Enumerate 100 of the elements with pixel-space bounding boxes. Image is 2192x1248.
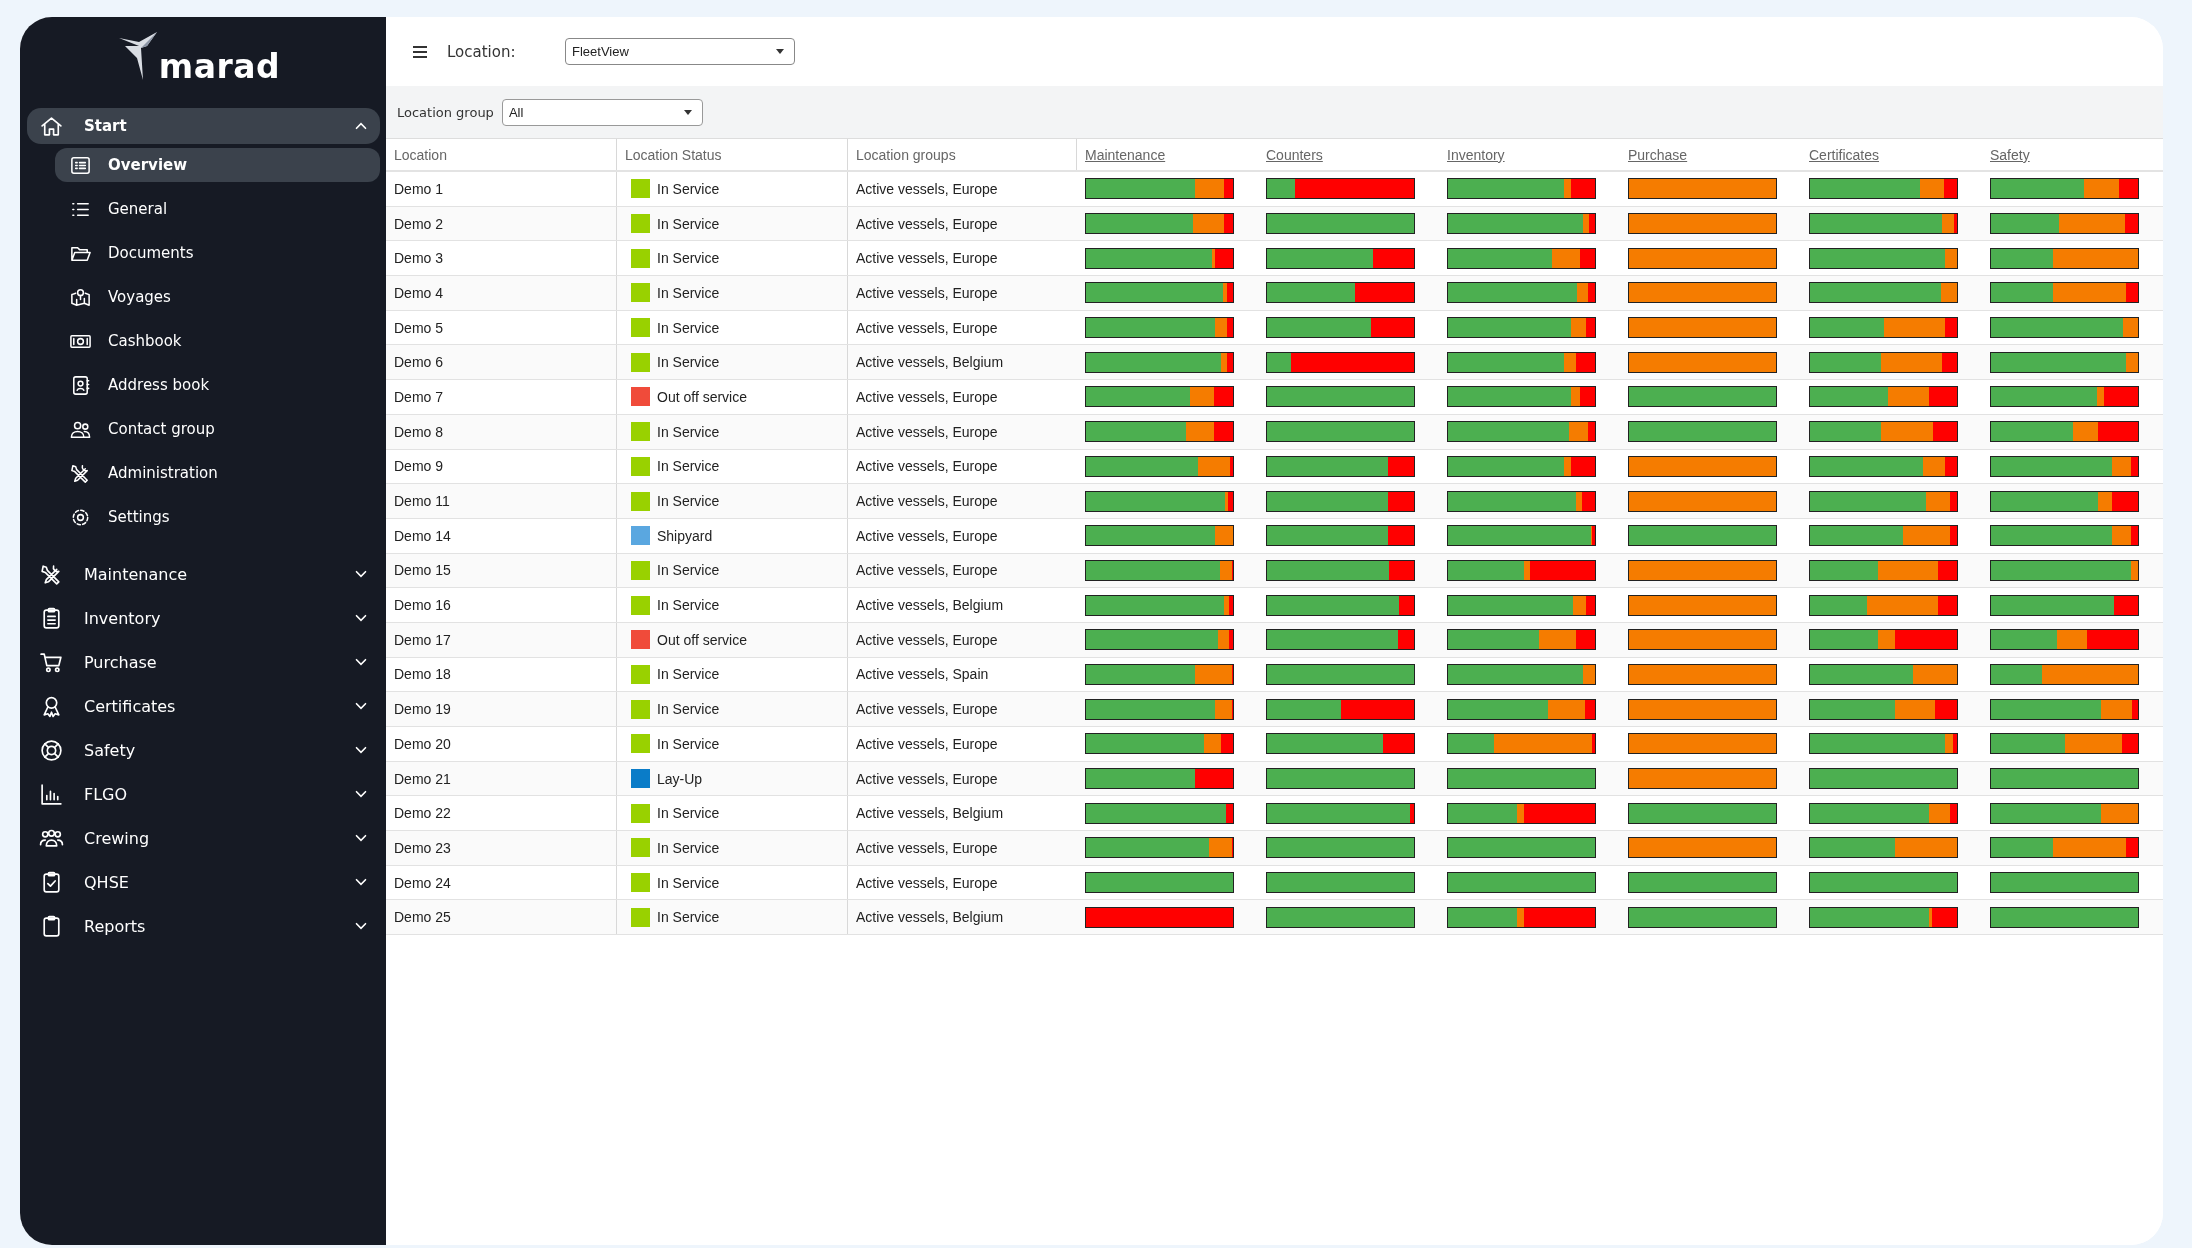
location-groups-cell: Active vessels, Belgium [856, 805, 1004, 822]
status-label: In Service [657, 839, 720, 856]
column-header-link[interactable]: Counters [1266, 146, 1323, 163]
location-cell: Demo 19 [394, 701, 451, 718]
location-groups-cell: Active vessels, Spain [856, 666, 989, 683]
location-groups-cell: Active vessels, Europe [856, 388, 998, 405]
sidebar-item[interactable]: Certificates [27, 688, 380, 724]
location-cell: Demo 11 [394, 493, 450, 510]
location-groups-cell: Active vessels, Europe [856, 250, 998, 267]
sidebar-item[interactable]: Crewing [27, 820, 380, 856]
sidebar-subitem[interactable]: Contact group [55, 412, 380, 446]
status-label: In Service [657, 735, 720, 752]
column-header: Location [394, 146, 447, 163]
location-groups-cell: Active vessels, Europe [856, 319, 998, 336]
location-cell: Demo 6 [394, 354, 444, 371]
location-groups-cell: Active vessels, Europe [856, 701, 998, 718]
column-header: Location Status [625, 146, 722, 163]
column-header-link[interactable]: Purchase [1628, 146, 1688, 163]
location-cell: Demo 15 [394, 562, 451, 579]
location-groups-cell: Active vessels, Belgium [856, 597, 1004, 614]
location-groups-cell: Active vessels, Belgium [856, 909, 1004, 926]
location-cell: Demo 8 [394, 423, 444, 440]
location-label: Location: [447, 42, 517, 61]
sidebar-subitem[interactable]: General [55, 192, 380, 226]
location-cell: Demo 5 [394, 319, 444, 336]
sidebar-subitem[interactable]: Address book [55, 368, 380, 402]
sidebar-item[interactable]: Inventory [27, 600, 380, 636]
location-cell: Demo 22 [394, 805, 451, 822]
location-cell: Demo 3 [394, 250, 444, 267]
sidebar-item[interactable]: FLGO [27, 776, 380, 812]
status-label: Out off service [657, 631, 747, 648]
status-label: In Service [657, 909, 720, 926]
location-groups-cell: Active vessels, Europe [856, 284, 998, 301]
status-label: Lay-Up [657, 770, 703, 787]
location-groups-cell: Active vessels, Europe [856, 180, 998, 197]
status-label: In Service [657, 597, 720, 614]
sidebar-subitem[interactable]: Voyages [55, 280, 380, 314]
status-label: In Service [657, 354, 720, 371]
sidebar-subitem[interactable]: Overview [55, 148, 380, 182]
sidebar-subitem[interactable]: Settings [55, 500, 380, 534]
status-label: In Service [657, 666, 720, 683]
location-cell: Demo 2 [394, 215, 444, 232]
location-groups-cell: Active vessels, Europe [856, 631, 998, 648]
sidebar-subitem[interactable]: Cashbook [55, 324, 380, 358]
status-label: In Service [657, 180, 720, 197]
location-groups-cell: Active vessels, Europe [856, 770, 998, 787]
status-label: In Service [657, 458, 720, 475]
location-cell: Demo 21 [394, 770, 451, 787]
column-header-link[interactable]: Certificates [1809, 146, 1880, 163]
location-cell: Demo 24 [394, 874, 451, 891]
location-groups-cell: Active vessels, Europe [856, 423, 998, 440]
location-cell: Demo 18 [394, 666, 451, 683]
location-dropdown[interactable]: FleetView [565, 38, 795, 65]
column-header: Location groups [856, 146, 956, 163]
status-label: In Service [657, 562, 720, 579]
status-label: In Service [657, 319, 720, 336]
location-cell: Demo 1 [394, 180, 444, 197]
status-label: In Service [657, 805, 720, 822]
status-label: Out off service [657, 388, 747, 405]
bar-chart-icon [39, 781, 64, 807]
status-label: In Service [657, 423, 720, 440]
status-label: In Service [657, 493, 720, 510]
status-label: Shipyard [657, 527, 713, 544]
status-label: In Service [657, 874, 720, 891]
location-groups-cell: Active vessels, Belgium [856, 354, 1004, 371]
caret-icon [776, 49, 784, 54]
location-cell: Demo 20 [394, 735, 451, 752]
location-cell: Demo 16 [394, 597, 451, 614]
location-groups-cell: Active vessels, Europe [856, 562, 998, 579]
sidebar-item[interactable]: QHSE [27, 864, 380, 900]
status-label: In Service [657, 284, 720, 301]
location-groups-cell: Active vessels, Europe [856, 458, 998, 475]
sidebar-subitem[interactable]: Documents [55, 236, 380, 270]
sidebar-item[interactable]: Start [27, 108, 380, 144]
column-header-link[interactable]: Safety [1990, 146, 2030, 163]
sidebar-subitem[interactable]: Administration [55, 456, 380, 490]
location-group-dropdown[interactable]: All [501, 98, 703, 126]
status-label: In Service [657, 250, 720, 267]
status-label: In Service [657, 701, 720, 718]
logo-text: marad [158, 47, 281, 86]
location-groups-cell: Active vessels, Europe [856, 839, 998, 856]
location-cell: Demo 17 [394, 631, 451, 648]
location-cell: Demo 9 [394, 458, 444, 475]
location-cell: Demo 4 [394, 284, 444, 301]
column-header-link[interactable]: Inventory [1447, 146, 1505, 163]
location-groups-cell: Active vessels, Europe [856, 215, 998, 232]
location-groups-cell: Active vessels, Europe [856, 874, 998, 891]
sidebar-item[interactable]: Safety [27, 732, 380, 768]
sidebar-item[interactable]: Maintenance [27, 556, 380, 592]
location-cell: Demo 14 [394, 527, 451, 544]
location-groups-cell: Active vessels, Europe [856, 735, 998, 752]
location-groups-cell: Active vessels, Europe [856, 527, 998, 544]
caret-icon [683, 109, 692, 115]
lifebuoy-icon [39, 737, 64, 763]
location-cell: Demo 23 [394, 839, 451, 856]
column-header-link[interactable]: Maintenance [1085, 146, 1166, 163]
sidebar-item[interactable]: Purchase [27, 644, 380, 680]
status-label: In Service [657, 215, 720, 232]
location-cell: Demo 25 [394, 909, 451, 926]
sidebar-item[interactable]: Reports [27, 908, 380, 944]
